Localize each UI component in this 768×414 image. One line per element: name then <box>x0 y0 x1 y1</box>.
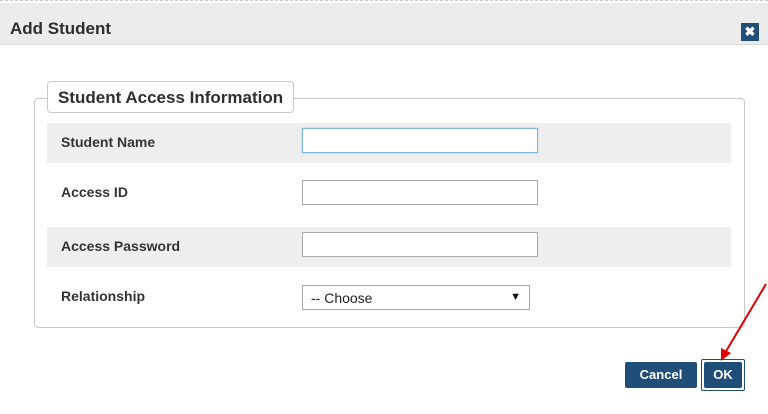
relationship-label: Relationship <box>61 288 146 304</box>
relationship-select[interactable]: -- Choose ▼ <box>302 285 530 310</box>
student-name-row: Student Name <box>47 123 731 163</box>
cancel-button[interactable]: Cancel <box>625 362 697 388</box>
access-id-row: Access ID <box>47 173 731 213</box>
add-student-dialog: Add Student ✖ Student Access Information… <box>0 0 768 413</box>
relationship-selected-value: -- Choose <box>311 290 373 306</box>
relationship-row: Relationship -- Choose ▼ <box>47 277 731 317</box>
access-id-input[interactable] <box>302 180 538 205</box>
fieldset-legend: Student Access Information <box>47 81 295 113</box>
access-password-label: Access Password <box>61 238 181 254</box>
student-name-label: Student Name <box>61 134 156 150</box>
caret-down-icon: ▼ <box>510 291 521 303</box>
access-id-label: Access ID <box>61 184 128 200</box>
dialog-titlebar: Add Student ✖ <box>0 3 768 45</box>
dialog-title: Add Student <box>10 19 112 38</box>
access-password-input[interactable] <box>302 232 538 257</box>
access-password-row: Access Password <box>47 227 731 267</box>
close-icon[interactable]: ✖ <box>741 23 759 41</box>
student-name-input[interactable] <box>302 128 538 153</box>
ok-button[interactable]: OK <box>704 362 742 388</box>
